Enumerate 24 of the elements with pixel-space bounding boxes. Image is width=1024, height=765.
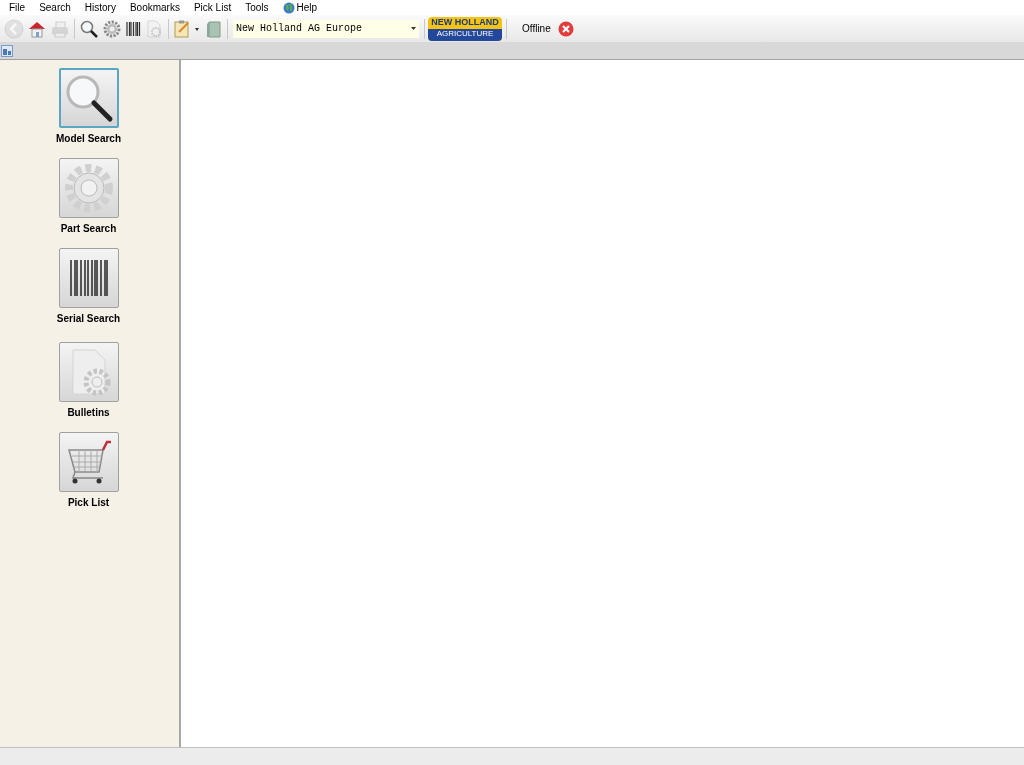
menu-item[interactable]: Bookmarks: [129, 0, 180, 15]
brand-logo: NEW HOLLAND AGRICULTURE: [428, 16, 502, 41]
sidebar-button[interactable]: [58, 68, 119, 128]
menu-item[interactable]: Tools: [245, 0, 269, 15]
globe-icon: [282, 1, 295, 14]
sidebar-label: Model Search: [56, 132, 121, 146]
menu-item[interactable]: History: [84, 0, 116, 15]
sidebar-label: Pick List: [67, 496, 110, 510]
sidebar-label: Serial Search: [56, 312, 121, 326]
sidebar-label: Part Search: [60, 222, 117, 236]
search-icon[interactable]: [79, 18, 99, 39]
book-icon[interactable]: [204, 18, 224, 39]
menu-item[interactable]: Pick List: [193, 0, 232, 15]
menu-item[interactable]: Help: [282, 0, 318, 15]
sidebar-label: Bulletins: [67, 406, 110, 420]
menu-item[interactable]: Search: [39, 0, 71, 15]
sidebar-button[interactable]: [58, 248, 119, 308]
menu-item[interactable]: File: [9, 0, 26, 15]
panel-icon[interactable]: [1, 44, 13, 57]
connection-status: Offline: [522, 22, 551, 36]
gear-icon: [62, 162, 115, 214]
notepad-dropdown-icon[interactable]: [173, 18, 201, 39]
caret-icon: [411, 27, 416, 30]
catalog-dropdown[interactable]: New Holland AG Europe: [233, 19, 419, 38]
